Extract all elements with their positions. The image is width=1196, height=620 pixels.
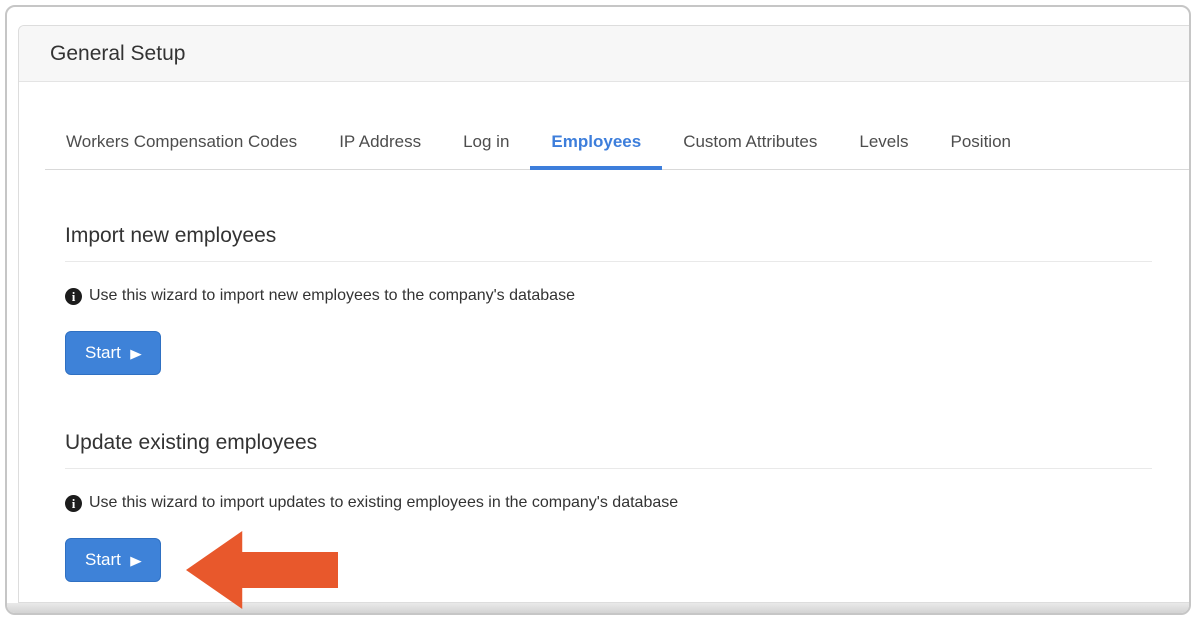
tab-position[interactable]: Position xyxy=(930,118,1032,170)
import-new-employees-section: Import new employees i Use this wizard t… xyxy=(45,224,1191,375)
tab-label: Custom Attributes xyxy=(683,132,817,152)
description-text: Use this wizard to import new employees … xyxy=(89,287,575,305)
settings-tabbar: Workers Compensation Codes IP Address Lo… xyxy=(45,118,1191,170)
window-bottom-strip xyxy=(7,603,1189,613)
tab-ip-address[interactable]: IP Address xyxy=(318,118,442,170)
update-existing-employees-section: Update existing employees i Use this wiz… xyxy=(45,431,1191,582)
start-import-new-button[interactable]: Start ▶ xyxy=(65,331,161,375)
tab-label: Workers Compensation Codes xyxy=(66,132,297,152)
tab-label: Employees xyxy=(551,132,641,152)
tab-label: Log in xyxy=(463,132,509,152)
tab-employees[interactable]: Employees xyxy=(530,118,662,170)
tab-label: Levels xyxy=(859,132,908,152)
section-heading: Update existing employees xyxy=(65,431,1152,469)
play-icon: ▶ xyxy=(130,554,142,567)
info-icon: i xyxy=(65,288,82,305)
tab-label: IP Address xyxy=(339,132,421,152)
start-button-label: Start xyxy=(85,343,121,363)
general-setup-panel: General Setup Workers Compensation Codes… xyxy=(18,25,1191,603)
tab-workers-compensation-codes[interactable]: Workers Compensation Codes xyxy=(45,118,318,170)
panel-body: Workers Compensation Codes IP Address Lo… xyxy=(19,118,1191,582)
page-title: General Setup xyxy=(50,42,185,66)
start-update-existing-button[interactable]: Start ▶ xyxy=(65,538,161,582)
tab-levels[interactable]: Levels xyxy=(838,118,929,170)
section-heading: Import new employees xyxy=(65,224,1152,262)
start-button-label: Start xyxy=(85,550,121,570)
section-description: i Use this wizard to import updates to e… xyxy=(65,494,1152,512)
info-icon: i xyxy=(65,495,82,512)
tab-custom-attributes[interactable]: Custom Attributes xyxy=(662,118,838,170)
window-frame: General Setup Workers Compensation Codes… xyxy=(5,5,1191,615)
description-text: Use this wizard to import updates to exi… xyxy=(89,494,678,512)
play-icon: ▶ xyxy=(130,347,142,360)
section-description: i Use this wizard to import new employee… xyxy=(65,287,1152,305)
panel-header: General Setup xyxy=(19,26,1191,82)
tab-label: Position xyxy=(951,132,1011,152)
tab-log-in[interactable]: Log in xyxy=(442,118,530,170)
